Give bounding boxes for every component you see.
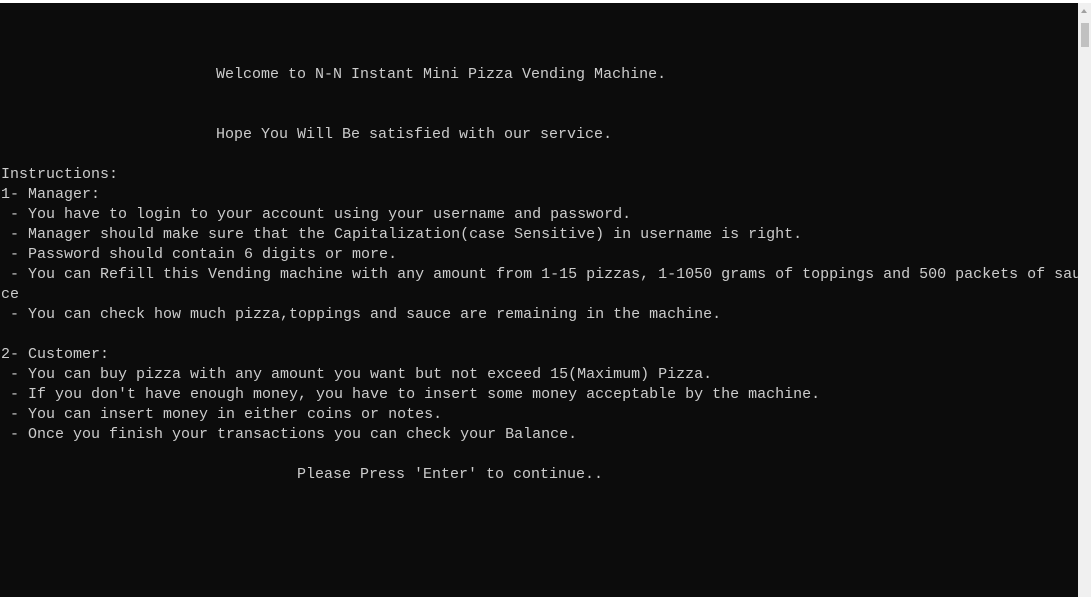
customer-heading: 2- Customer: <box>1 346 110 363</box>
manager-instruction-login: - You have to login to your account usin… <box>1 206 632 223</box>
welcome-text: Welcome to N-N Instant Mini Pizza Vendin… <box>216 66 667 83</box>
manager-instruction-refill: - You can Refill this Vending machine wi… <box>1 266 1078 283</box>
press-enter-prompt: Please Press 'Enter' to continue.. <box>297 466 604 483</box>
vertical-scrollbar[interactable] <box>1078 3 1091 597</box>
customer-instruction-coins: - You can insert money in either coins o… <box>1 406 443 423</box>
console-output[interactable]: Welcome to N-N Instant Mini Pizza Vendin… <box>0 3 1078 597</box>
customer-instruction-buy: - You can buy pizza with any amount you … <box>1 366 713 383</box>
scroll-up-arrow-icon[interactable] <box>1078 3 1091 20</box>
manager-instruction-password: - Password should contain 6 digits or mo… <box>1 246 398 263</box>
instructions-heading: Instructions: <box>1 166 119 183</box>
customer-instruction-money: - If you don't have enough money, you ha… <box>1 386 821 403</box>
manager-instruction-check: - You can check how much pizza,toppings … <box>1 306 722 323</box>
hope-text: Hope You Will Be satisfied with our serv… <box>216 126 613 143</box>
manager-heading: 1- Manager: <box>1 186 101 203</box>
scroll-thumb[interactable] <box>1081 23 1089 47</box>
customer-instruction-balance: - Once you finish your transactions you … <box>1 426 578 443</box>
manager-instruction-refill-wrap: ce <box>1 286 20 303</box>
manager-instruction-capitalization: - Manager should make sure that the Capi… <box>1 226 803 243</box>
